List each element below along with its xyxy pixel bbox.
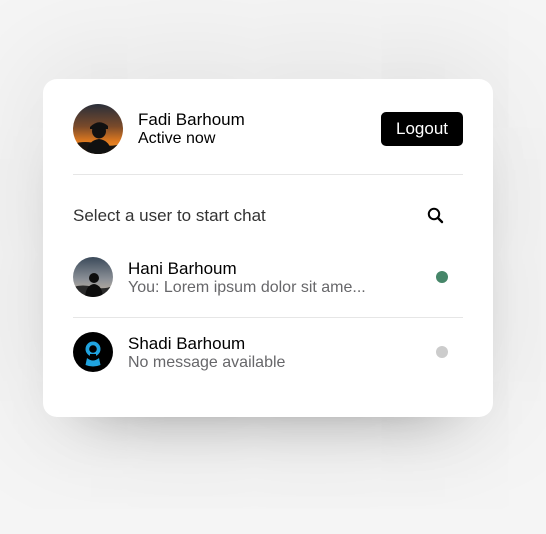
logout-button[interactable]: Logout [381,112,463,146]
user-name: Hani Barhoum [128,259,237,278]
default-user-icon [73,332,113,372]
silhouette-photo-icon [73,257,113,297]
search-button[interactable] [425,205,447,227]
user-avatar [73,257,113,297]
search-title: Select a user to start chat [73,206,266,225]
current-user-header: Fadi Barhoum Active now Logout [73,104,463,154]
search-bar: Select a user to start chat [73,205,463,227]
user-last-message: You: Lorem ipsum dolor sit ame... [128,279,366,296]
current-user-name: Fadi Barhoum [138,110,245,129]
user-last-message: No message available [128,354,286,371]
offline-status-dot [436,346,448,358]
current-user-avatar [73,104,123,154]
user-list-item[interactable]: Shadi Barhoum No message available [73,332,463,374]
sunset-silhouette-photo-icon [73,104,123,154]
list-divider [73,317,463,318]
header-divider [73,174,463,175]
user-list-item[interactable]: Hani Barhoum You: Lorem ipsum dolor sit … [73,257,463,299]
user-avatar [73,332,113,372]
current-user-status: Active now [138,130,216,147]
user-name: Shadi Barhoum [128,334,246,353]
search-icon [427,207,444,224]
online-status-dot [436,271,448,283]
chat-users-panel: Fadi Barhoum Active now Logout Select a … [43,79,493,417]
